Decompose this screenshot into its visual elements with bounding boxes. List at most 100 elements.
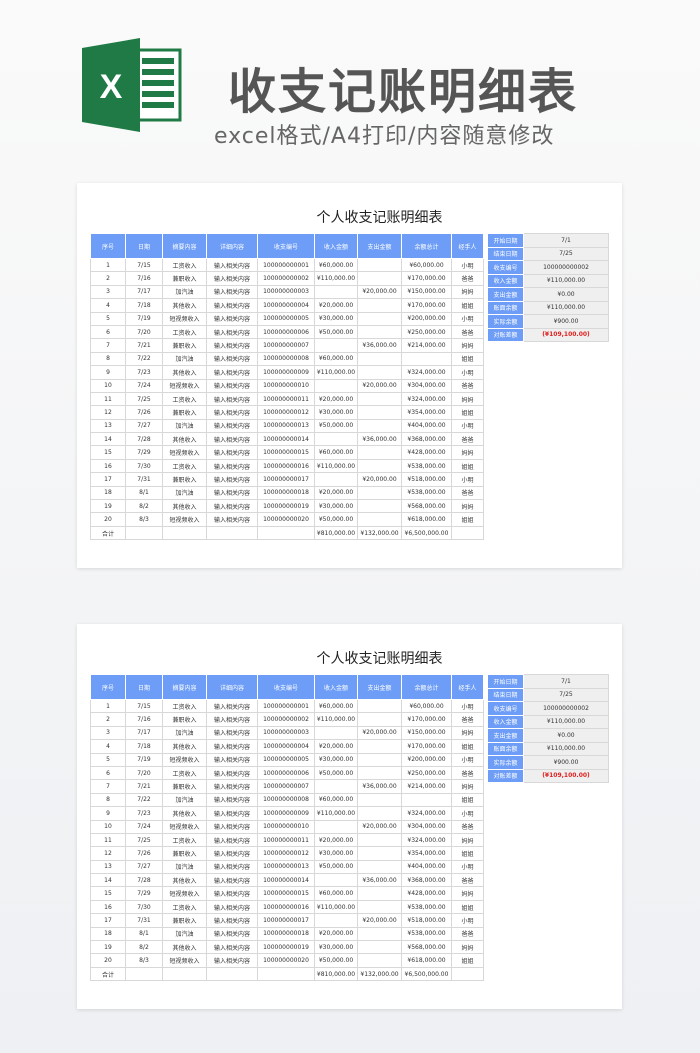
cell-handler[interactable]: 爸爸 — [451, 873, 484, 888]
cell-expense[interactable]: ¥36,000.00 — [357, 432, 402, 447]
cell-balance[interactable]: ¥518,000.00 — [401, 472, 452, 487]
cell-detail[interactable]: 输入相关内容 — [206, 284, 258, 300]
cell-income[interactable] — [314, 779, 358, 794]
cell-income[interactable]: ¥30,000.00 — [314, 311, 358, 326]
cell-handler[interactable]: 姐姐 — [451, 953, 484, 968]
cell-balance[interactable]: ¥538,000.00 — [401, 899, 452, 915]
cell-summary[interactable]: 工资收入 — [162, 698, 207, 714]
cell-expense[interactable]: ¥36,000.00 — [357, 779, 402, 794]
cell-index[interactable]: 4 — [90, 298, 126, 313]
cell-date[interactable]: 7/31 — [125, 913, 163, 928]
cell-date[interactable]: 7/22 — [125, 351, 163, 367]
cell-balance[interactable]: ¥150,000.00 — [401, 725, 452, 741]
cell-income[interactable]: ¥60,000.00 — [314, 257, 358, 273]
cell-summary[interactable]: 加汽油 — [162, 725, 207, 741]
cell-summary[interactable]: 其他收入 — [162, 432, 207, 447]
cell-handler[interactable]: 小明 — [451, 257, 484, 273]
cell-code[interactable]: 100000000003 — [257, 284, 315, 300]
cell-index[interactable]: 18 — [90, 485, 126, 501]
cell-handler[interactable]: 妈妈 — [451, 338, 484, 353]
cell-date[interactable]: 7/15 — [125, 698, 163, 714]
cell-handler[interactable]: 小明 — [451, 859, 484, 875]
cell-code[interactable]: 100000000002 — [257, 271, 315, 286]
cell-summary[interactable]: 短视频收入 — [162, 311, 207, 326]
cell-expense[interactable] — [357, 499, 402, 514]
cell-balance[interactable]: ¥170,000.00 — [401, 712, 452, 727]
cell-code[interactable]: 100000000018 — [257, 926, 315, 942]
summary-value[interactable]: ¥0.00 — [523, 728, 609, 743]
cell-handler[interactable]: 姐姐 — [451, 739, 484, 754]
cell-date[interactable]: 8/2 — [125, 499, 163, 514]
cell-expense[interactable] — [357, 271, 402, 286]
cell-date[interactable]: 7/28 — [125, 873, 163, 888]
cell-handler[interactable]: 小明 — [451, 311, 484, 326]
cell-detail[interactable]: 输入相关内容 — [206, 886, 258, 901]
cell-date[interactable]: 7/23 — [125, 806, 163, 821]
cell-expense[interactable] — [357, 405, 402, 420]
cell-index[interactable]: 18 — [90, 926, 126, 942]
cell-code[interactable]: 100000000012 — [257, 405, 315, 420]
cell-handler[interactable]: 姐姐 — [451, 458, 484, 474]
cell-expense[interactable] — [357, 298, 402, 313]
cell-code[interactable]: 100000000017 — [257, 472, 315, 487]
cell-index[interactable]: 13 — [90, 418, 126, 434]
cell-date[interactable]: 7/16 — [125, 712, 163, 727]
cell-date[interactable]: 7/31 — [125, 472, 163, 487]
cell-handler[interactable]: 姐姐 — [451, 298, 484, 313]
cell-index[interactable]: 5 — [90, 311, 126, 326]
cell-code[interactable]: 100000000005 — [257, 311, 315, 326]
total-balance[interactable]: ¥6,500,000.00 — [401, 525, 452, 541]
cell-date[interactable]: 7/26 — [125, 405, 163, 420]
cell-index[interactable]: 16 — [90, 899, 126, 915]
cell-expense[interactable] — [357, 365, 402, 380]
cell-income[interactable]: ¥110,000.00 — [314, 365, 358, 380]
cell-income[interactable]: ¥20,000.00 — [314, 485, 358, 501]
cell-date[interactable]: 7/24 — [125, 378, 163, 393]
cell-date[interactable]: 7/27 — [125, 859, 163, 875]
cell-code[interactable]: 100000000016 — [257, 458, 315, 474]
cell-code[interactable]: 100000000005 — [257, 752, 315, 767]
cell-handler[interactable]: 爸爸 — [451, 926, 484, 942]
summary-value[interactable]: 7/25 — [523, 246, 609, 261]
cell-expense[interactable] — [357, 806, 402, 821]
cell-income[interactable]: ¥30,000.00 — [314, 499, 358, 514]
cell-income[interactable]: ¥110,000.00 — [314, 712, 358, 727]
cell-handler[interactable]: 小明 — [451, 913, 484, 928]
cell-index[interactable]: 15 — [90, 445, 126, 460]
cell-code[interactable]: 100000000014 — [257, 873, 315, 888]
cell-income[interactable] — [314, 432, 358, 447]
cell-balance[interactable]: ¥538,000.00 — [401, 458, 452, 474]
cell-summary[interactable]: 其他收入 — [162, 499, 207, 514]
cell-detail[interactable]: 输入相关内容 — [206, 832, 258, 848]
cell-date[interactable]: 7/20 — [125, 765, 163, 781]
cell-balance[interactable]: ¥428,000.00 — [401, 886, 452, 901]
cell-code[interactable]: 100000000017 — [257, 913, 315, 928]
cell-code[interactable]: 100000000010 — [257, 378, 315, 393]
cell-income[interactable]: ¥50,000.00 — [314, 765, 358, 781]
cell-index[interactable]: 8 — [90, 351, 126, 367]
cell-detail[interactable]: 输入相关内容 — [206, 512, 258, 527]
cell-code[interactable]: 100000000010 — [257, 819, 315, 834]
cell-detail[interactable]: 输入相关内容 — [206, 418, 258, 434]
cell-balance[interactable]: ¥324,000.00 — [401, 365, 452, 380]
cell-code[interactable]: 100000000003 — [257, 725, 315, 741]
cell-date[interactable]: 7/24 — [125, 819, 163, 834]
cell-handler[interactable]: 妈妈 — [451, 779, 484, 794]
cell-detail[interactable]: 输入相关内容 — [206, 779, 258, 794]
cell-expense[interactable] — [357, 859, 402, 875]
cell-index[interactable]: 1 — [90, 257, 126, 273]
summary-value[interactable]: ¥110,000.00 — [523, 741, 609, 756]
total-expense[interactable]: ¥132,000.00 — [357, 525, 402, 541]
cell-detail[interactable]: 输入相关内容 — [206, 338, 258, 353]
cell-detail[interactable]: 输入相关内容 — [206, 739, 258, 754]
cell-code[interactable]: 100000000006 — [257, 324, 315, 340]
cell-expense[interactable]: ¥36,000.00 — [357, 873, 402, 888]
cell-code[interactable]: 100000000019 — [257, 499, 315, 514]
total-detail[interactable] — [206, 966, 258, 982]
cell-date[interactable]: 7/23 — [125, 365, 163, 380]
cell-index[interactable]: 12 — [90, 405, 126, 420]
cell-date[interactable]: 7/21 — [125, 779, 163, 794]
cell-date[interactable]: 7/19 — [125, 752, 163, 767]
cell-summary[interactable]: 加汽油 — [162, 926, 207, 942]
cell-handler[interactable]: 爸爸 — [451, 324, 484, 340]
